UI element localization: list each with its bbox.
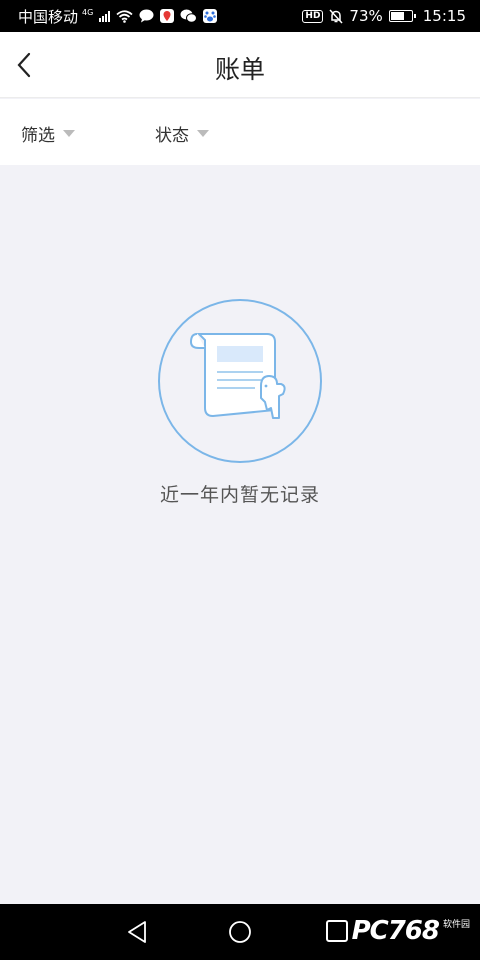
bell-muted-icon: [329, 8, 343, 24]
filter-bar: 筛选 状态: [0, 99, 480, 165]
empty-state-message: 近一年内暂无记录: [159, 484, 320, 506]
nav-back-icon[interactable]: [126, 920, 148, 944]
wechat-icon: [180, 9, 198, 23]
clock: 15:15: [422, 7, 466, 25]
carrier-label: 中国移动: [18, 7, 79, 26]
watermark-box-icon: [325, 920, 348, 942]
filter-label: 筛选: [21, 126, 55, 146]
battery-icon: [388, 10, 416, 22]
status-label: 状态: [155, 126, 189, 146]
battery-percent: 73%: [349, 7, 383, 25]
signal-icon: [99, 10, 111, 22]
dropdown-arrow-icon: [197, 130, 209, 137]
baidu-app-icon: [203, 9, 218, 23]
header: 账单: [0, 32, 480, 98]
system-navigation-bar: PC768 软件园: [0, 904, 480, 960]
watermark-text: PC768: [351, 916, 440, 946]
phone-screen: 中国移动 4G HD 73% 15:15 账单 筛选 状态 近一年内暂无记录 P…: [0, 0, 480, 960]
hd-icon: HD: [302, 9, 324, 23]
map-app-icon: [160, 9, 175, 23]
watermark-subtext: 软件园: [442, 920, 470, 930]
watermark-logo: PC768 软件园: [325, 916, 470, 946]
wifi-icon: [116, 9, 133, 23]
nav-home-icon[interactable]: [228, 920, 252, 944]
network-type: 4G: [82, 7, 94, 17]
message-icon: [139, 9, 154, 23]
page-title: 账单: [214, 55, 265, 84]
dropdown-arrow-icon: [63, 130, 75, 137]
empty-bill-icon: [158, 299, 322, 463]
status-bar: 中国移动 4G HD 73% 15:15: [0, 0, 480, 32]
status-dropdown[interactable]: 状态: [155, 121, 209, 146]
filter-dropdown[interactable]: 筛选: [21, 121, 75, 146]
